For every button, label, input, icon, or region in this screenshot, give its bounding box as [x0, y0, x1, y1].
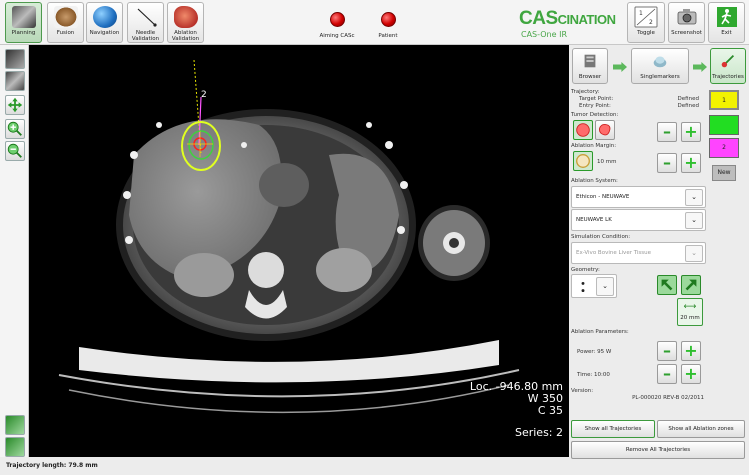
browser-button[interactable]: Browser [572, 48, 608, 84]
left-tool-strip [0, 45, 29, 457]
trajectory-length-status: Trajectory length: 79.8 mm [0, 458, 569, 475]
product-name: CAS-One IR [521, 30, 567, 39]
trajectory-tab-1[interactable]: 1 [709, 90, 739, 110]
trajectory-tab-2[interactable]: 2 [709, 138, 739, 158]
rotate-right-button[interactable] [681, 275, 701, 295]
export-icon[interactable] [5, 415, 25, 435]
new-trajectory-button[interactable]: New [712, 165, 736, 181]
ablation-margin-value: 10 mm [597, 159, 617, 165]
pan-icon[interactable] [5, 95, 25, 115]
spacing-control[interactable]: ⟷ 20 mm [677, 298, 703, 326]
target-point-value: Defined [677, 96, 699, 102]
circle-tumor-icon [576, 123, 590, 137]
layout-single-icon[interactable] [5, 49, 25, 69]
ablation-system-select[interactable]: Ethicon - NEUWAVE ⌄ [571, 186, 706, 208]
needle-icon [137, 8, 157, 27]
organ-icon [173, 6, 198, 28]
next-step-arrow-icon [613, 62, 627, 72]
toggle-icon: 1 2 [634, 6, 658, 28]
patient-status: Patient [363, 12, 413, 39]
marker-icon [653, 56, 667, 68]
entry-point-value: Defined [677, 103, 699, 109]
remove-all-trajectories-button[interactable]: Remove All Trajectories [571, 441, 745, 459]
spacing-arrow-icon: ⟷ [683, 302, 697, 312]
series-readout: Series: 2 [514, 426, 563, 439]
simulation-condition-title: Simulation Condition: [571, 234, 631, 240]
tumor-detection-title: Tumor Detection: [571, 112, 619, 118]
power-value: Power: 95 W [577, 349, 612, 355]
tumor-decrease-button[interactable]: – [657, 122, 677, 142]
margin-increase-button[interactable]: + [681, 153, 701, 173]
singlemarkers-button[interactable]: Singlemarkers [631, 48, 689, 84]
layout-grid-icon[interactable] [5, 71, 25, 91]
margin-button[interactable] [573, 151, 593, 171]
probe-select[interactable]: NEUWAVE LK ⌄ [571, 209, 706, 231]
trajectory-number-label: 2 [201, 90, 207, 100]
version-title: Version: [571, 388, 594, 394]
brand-logo: CASCINATION [519, 8, 616, 29]
show-all-trajectories-button[interactable]: Show all Trajectories [571, 420, 655, 438]
zoom-in-icon[interactable] [5, 119, 25, 139]
tumor-increase-button[interactable]: + [681, 122, 701, 142]
fusion-icon [53, 6, 78, 28]
version-value: PL-000020 REV-B 02/2011 [632, 395, 704, 401]
ablation-margin-title: Ablation Margin: [571, 143, 617, 149]
geometry-title: Geometry: [571, 267, 600, 273]
time-increase-button[interactable]: + [681, 364, 701, 384]
top-toolbar: Planning Fusion Navigation Needle Valida… [0, 0, 749, 45]
trajectory-section-title: Trajectory: [571, 89, 600, 95]
tumor-freeform-button[interactable] [595, 120, 615, 140]
simulation-condition-select[interactable]: Ex-Vivo Bovine Liver Tissue ⌄ [571, 242, 706, 264]
time-decrease-button[interactable]: – [657, 364, 677, 384]
status-light-icon [380, 12, 396, 27]
margin-decrease-button[interactable]: – [657, 153, 677, 173]
geometry-select[interactable]: ⌄ [571, 274, 617, 298]
trajectory-icon [721, 54, 735, 68]
show-all-ablation-zones-button[interactable]: Show all Ablation zones [657, 420, 745, 438]
ct-viewer[interactable]: 2 Loc. -946.80 mm W 350 C 35 Series: 2 [29, 45, 569, 457]
navigation-button[interactable]: Navigation [86, 2, 123, 43]
globe-icon [92, 6, 117, 28]
trajectory-tab-green[interactable] [709, 115, 739, 135]
svg-text:1: 1 [639, 10, 643, 17]
two-dots-icon [581, 281, 585, 293]
center-readout: C 35 [537, 404, 563, 417]
planning-panel: Browser Singlemarkers Trajectories Traje… [569, 45, 749, 475]
power-increase-button[interactable]: + [681, 341, 701, 361]
power-decrease-button[interactable]: – [657, 341, 677, 361]
time-value: Time: 10:00 [577, 372, 610, 378]
exit-icon [716, 7, 737, 27]
aiming-status: Aiming CASc [312, 12, 362, 39]
planning-button[interactable]: Planning [5, 2, 42, 43]
ablation-validation-button[interactable]: Ablation Validation [167, 2, 204, 43]
exit-button[interactable]: Exit [708, 2, 745, 43]
camera-icon [677, 9, 696, 25]
rotate-left-button[interactable] [657, 275, 677, 295]
tumor-circle-button[interactable] [573, 120, 593, 140]
ablation-parameters-title: Ablation Parameters: [571, 329, 629, 335]
trajectories-button[interactable]: Trajectories [710, 48, 746, 84]
margin-ring-icon [576, 154, 590, 168]
chevron-down-icon: ⌄ [685, 245, 703, 262]
toggle-button[interactable]: 1 2 Toggle [627, 2, 665, 43]
chevron-down-icon: ⌄ [685, 212, 703, 229]
arrow-diagonal-icon [661, 279, 673, 291]
next-step-arrow-icon [693, 62, 707, 72]
svg-text:2: 2 [649, 19, 653, 26]
database-icon [584, 54, 596, 68]
planning-icon [11, 6, 36, 28]
freeform-tumor-icon [599, 124, 611, 136]
fusion-button[interactable]: Fusion [47, 2, 84, 43]
ct-scan-image: 2 [58, 59, 520, 414]
ablation-system-title: Ablation System: [571, 178, 618, 184]
screenshot-button[interactable]: Screenshot [668, 2, 705, 43]
chevron-down-icon: ⌄ [685, 189, 703, 206]
needle-validation-button[interactable]: Needle Validation [127, 2, 164, 43]
arrow-diagonal-icon [685, 279, 697, 291]
chevron-down-icon: ⌄ [596, 277, 614, 296]
zoom-out-icon[interactable] [5, 141, 25, 161]
import-icon[interactable] [5, 437, 25, 457]
status-light-icon [329, 12, 345, 27]
